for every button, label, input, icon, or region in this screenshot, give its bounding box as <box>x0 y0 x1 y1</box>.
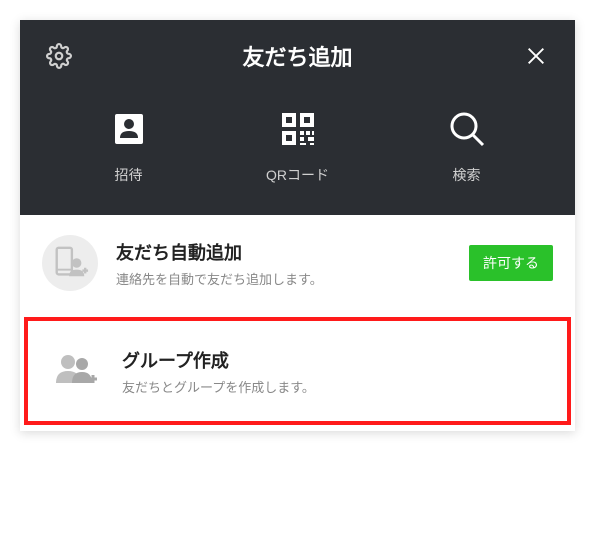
auto-add-item[interactable]: 友だち自動追加 連絡先を自動で友だち追加します。 許可する <box>20 215 575 311</box>
allow-button[interactable]: 許可する <box>469 245 553 281</box>
tab-invite[interactable]: 招待 <box>44 107 213 185</box>
add-friend-panel: 友だち追加 招待 <box>20 20 575 431</box>
gear-icon <box>46 43 72 69</box>
search-icon-box <box>447 107 487 151</box>
search-icon <box>447 109 487 149</box>
tab-search-label: 検索 <box>453 165 481 185</box>
invite-icon-box <box>109 107 149 151</box>
content: 友だち自動追加 連絡先を自動で友だち追加します。 許可する グループ作成 友だち… <box>20 215 575 425</box>
create-group-text: グループ作成 友だちとグループを作成します。 <box>122 347 547 396</box>
tab-invite-label: 招待 <box>115 165 143 185</box>
phone-add-friend-icon <box>51 244 89 282</box>
tab-qrcode[interactable]: QRコード <box>213 107 382 185</box>
create-group-item[interactable]: グループ作成 友だちとグループを作成します。 <box>24 317 571 425</box>
auto-add-description: 連絡先を自動で友だち追加します。 <box>116 269 451 288</box>
create-group-title: グループ作成 <box>122 347 547 373</box>
create-group-icon-wrap <box>48 343 104 399</box>
qrcode-icon <box>278 109 318 149</box>
group-add-icon <box>52 347 100 395</box>
tab-qrcode-label: QRコード <box>266 165 329 185</box>
close-button[interactable] <box>521 41 551 71</box>
header-top: 友だち追加 <box>44 40 551 72</box>
create-group-description: 友だちとグループを作成します。 <box>122 377 547 396</box>
auto-add-icon-wrap <box>42 235 98 291</box>
auto-add-text: 友だち自動追加 連絡先を自動で友だち追加します。 <box>116 239 451 288</box>
auto-add-title: 友だち自動追加 <box>116 239 451 265</box>
tabs: 招待 <box>44 107 551 185</box>
contact-card-icon <box>109 109 149 149</box>
close-icon <box>525 45 547 67</box>
qrcode-icon-box <box>278 107 318 151</box>
tab-search[interactable]: 検索 <box>382 107 551 185</box>
settings-button[interactable] <box>44 41 74 71</box>
header: 友だち追加 招待 <box>20 20 575 215</box>
page-title: 友だち追加 <box>74 40 521 72</box>
